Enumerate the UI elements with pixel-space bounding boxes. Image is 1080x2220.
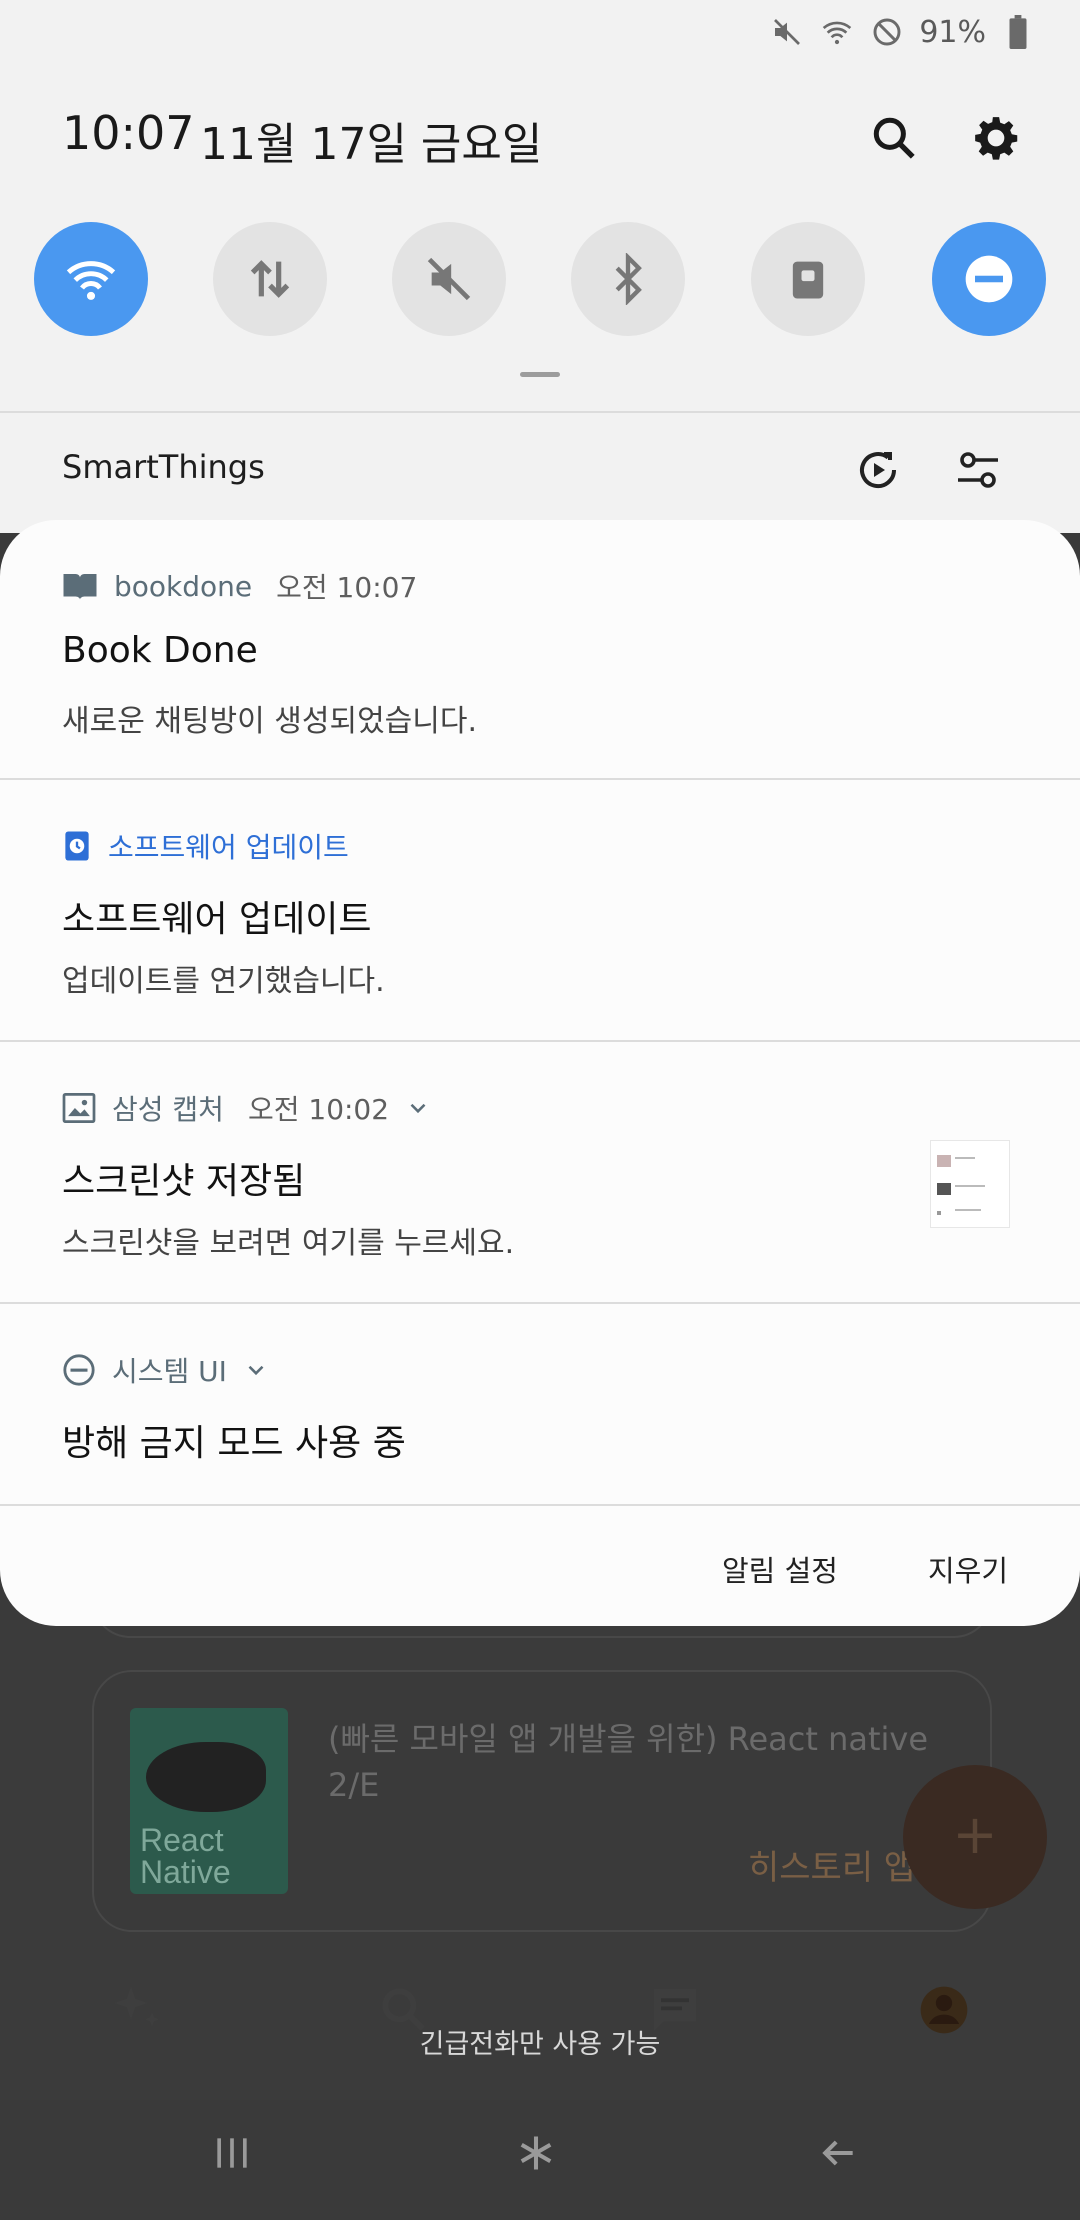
lock-icon: [792, 261, 824, 299]
book-cover-image: React Native: [130, 1708, 288, 1894]
notification-title: 방해 금지 모드 사용 중: [62, 1423, 406, 1464]
search-icon[interactable]: [866, 110, 922, 166]
notification-list: bookdone 오전 10:07 Book Done 새로운 채팅방이 생성되…: [0, 520, 1080, 1626]
add-fab-button[interactable]: +: [903, 1765, 1047, 1909]
notification-software-update[interactable]: 소프트웨어 업데이트 소프트웨어 업데이트 업데이트를 연기했습니다.: [0, 780, 1080, 1042]
chevron-down-icon[interactable]: [243, 1357, 269, 1383]
do-not-disturb-icon: [63, 1354, 95, 1386]
notification-system-ui[interactable]: 시스템 UI 방해 금지 모드 사용 중: [0, 1304, 1080, 1506]
screenshot-thumbnail: [930, 1140, 1010, 1228]
notification-header: 시스템 UI: [62, 1350, 269, 1390]
data-transfer-icon: [250, 260, 290, 298]
image-icon: [62, 1093, 96, 1123]
recents-button[interactable]: [192, 2128, 272, 2188]
do-not-disturb-icon: [965, 255, 1013, 303]
software-update-icon: [65, 831, 89, 861]
notification-bookdone[interactable]: bookdone 오전 10:07 Book Done 새로운 채팅방이 생성되…: [0, 520, 1080, 780]
battery-icon: [1000, 14, 1036, 50]
device-control-icon[interactable]: [948, 440, 1008, 500]
panel-drag-handle[interactable]: [520, 372, 560, 377]
history-label[interactable]: 히스토리 앱: [748, 1840, 915, 1889]
chevron-down-icon[interactable]: [405, 1095, 431, 1121]
date: 11월 17일 금요일: [200, 119, 543, 170]
bluetooth-icon: [615, 253, 642, 305]
emergency-calls-only-toast: 긴급전화만 사용 가능: [419, 2029, 661, 2060]
bluetooth-toggle[interactable]: [571, 222, 685, 336]
status-bar: 91%: [769, 10, 1036, 54]
app-name: 소프트웨어 업데이트: [108, 831, 349, 864]
notification-header: 삼성 캡처 오전 10:02: [62, 1088, 431, 1128]
book-title: (빠른 모바일 앱 개발을 위한) React native 2/E: [328, 1720, 929, 1804]
notification-title: 스크린샷 저장됨: [62, 1161, 306, 1202]
do-not-disturb-status-icon: [869, 14, 905, 50]
notification-body: 스크린샷을 보려면 여기를 누르세요.: [62, 1226, 515, 1261]
media-output-icon[interactable]: [848, 440, 908, 500]
app-name: bookdone: [114, 569, 253, 603]
back-button[interactable]: [798, 2128, 878, 2188]
smartthings-label: SmartThings: [62, 448, 265, 486]
notification-title: 소프트웨어 업데이트: [62, 899, 372, 940]
wifi-status-icon: [819, 14, 855, 50]
book-icon: [63, 574, 97, 600]
app-name: 삼성 캡처: [112, 1093, 224, 1126]
settings-gear-icon[interactable]: [968, 110, 1024, 166]
notification-time: 오전 10:07: [276, 571, 418, 604]
home-button[interactable]: [496, 2128, 576, 2188]
mobile-data-toggle[interactable]: [213, 222, 327, 336]
mute-icon: [427, 257, 471, 301]
do-not-disturb-toggle[interactable]: [932, 222, 1046, 336]
wifi-icon: [66, 261, 116, 300]
battery-percentage: 91%: [919, 14, 986, 50]
notification-header: 소프트웨어 업데이트: [62, 826, 349, 866]
clock: 10:07: [62, 106, 195, 160]
sound-toggle[interactable]: [392, 222, 506, 336]
notification-body: 새로운 채팅방이 생성되었습니다.: [62, 704, 478, 739]
wifi-toggle[interactable]: [34, 222, 148, 336]
mute-icon: [769, 14, 805, 50]
clear-all-button[interactable]: 지우기: [928, 1548, 1008, 1590]
rotation-lock-toggle[interactable]: [751, 222, 865, 336]
notification-title: Book Done: [62, 630, 258, 671]
cover-title: React Native: [140, 1822, 231, 1890]
notification-header: bookdone 오전 10:07: [62, 566, 417, 606]
cover-illustration: [146, 1742, 266, 1812]
notification-time: 오전 10:02: [247, 1093, 390, 1126]
notification-body: 업데이트를 연기했습니다.: [62, 964, 385, 999]
app-name: 시스템 UI: [112, 1355, 227, 1388]
notification-screen-capture[interactable]: 삼성 캡처 오전 10:02 스크린샷 저장됨 스크린샷을 보려면 여기를 누르…: [0, 1042, 1080, 1304]
notification-settings-button[interactable]: 알림 설정: [722, 1548, 838, 1590]
quick-settings-panel: [0, 0, 1080, 412]
